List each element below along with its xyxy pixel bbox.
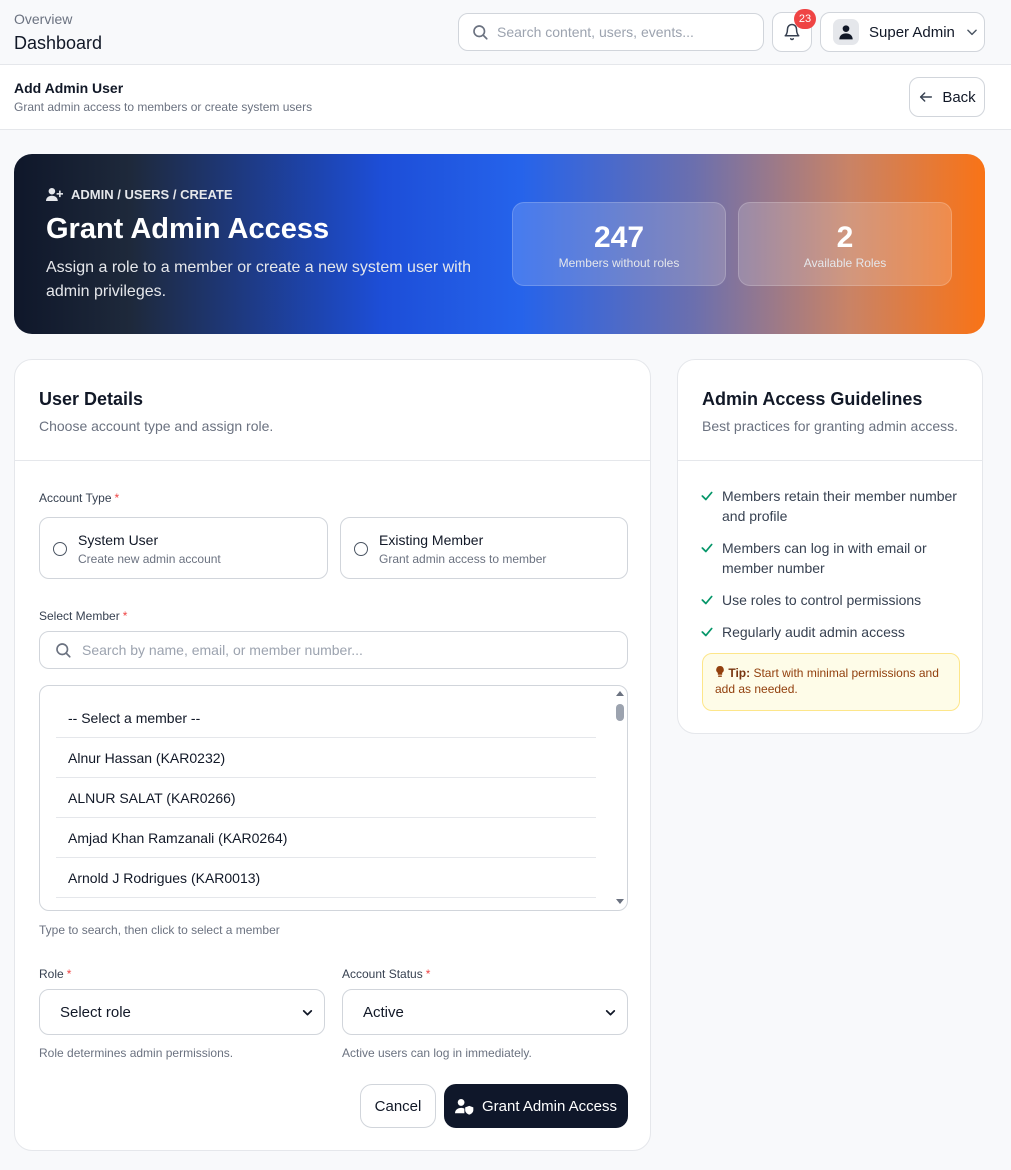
user-details-card: User Details Choose account type and ass… xyxy=(14,359,651,1151)
member-search[interactable] xyxy=(39,631,628,669)
select-member-label: Select Member * xyxy=(39,609,128,623)
cancel-button[interactable]: Cancel xyxy=(360,1084,436,1128)
grant-label: Grant Admin Access xyxy=(481,1097,618,1115)
scroll-down-arrow-icon[interactable] xyxy=(616,899,624,904)
role-hint: Role determines admin permissions. xyxy=(39,1046,234,1060)
hero-title: Grant Admin Access xyxy=(46,213,330,245)
status-select[interactable]: Active xyxy=(342,989,628,1035)
member-option[interactable]: Arnold J Rodrigues (KAR0013) xyxy=(56,858,596,898)
notification-badge: 23 xyxy=(794,9,816,29)
user-name: Super Admin xyxy=(869,23,955,41)
role-selected-value: Select role xyxy=(60,1003,131,1021)
hero-breadcrumb-text: ADMIN / USERS / CREATE xyxy=(71,187,233,202)
top-bar: Overview Dashboard 23 Super Admin xyxy=(0,0,1011,65)
member-list: -- Select a member -- Alnur Hassan (KAR0… xyxy=(56,698,596,898)
scrollbar[interactable] xyxy=(613,686,627,910)
member-search-input[interactable] xyxy=(82,642,622,658)
account-type-system-user[interactable]: System User Create new admin account xyxy=(39,517,328,579)
search-icon xyxy=(473,25,488,40)
global-search[interactable] xyxy=(458,13,764,51)
guideline-item: Regularly audit admin access xyxy=(700,622,970,642)
option-description: Create new admin account xyxy=(78,552,221,566)
guideline-text: Use roles to control permissions xyxy=(722,592,922,608)
check-icon xyxy=(701,491,713,501)
chevron-down-icon xyxy=(605,1010,616,1016)
radio-button[interactable] xyxy=(53,542,67,556)
grant-admin-access-button[interactable]: Grant Admin Access xyxy=(444,1084,628,1128)
member-hint: Type to search, then click to select a m… xyxy=(39,923,280,937)
option-description: Grant admin access to member xyxy=(379,552,547,566)
card-header: Admin Access Guidelines Best practices f… xyxy=(678,360,982,461)
guidelines-card: Admin Access Guidelines Best practices f… xyxy=(677,359,983,734)
guideline-item: Members retain their member number and p… xyxy=(700,486,970,526)
check-icon xyxy=(701,543,713,553)
member-option[interactable]: Amjad Khan Ramzanali (KAR0264) xyxy=(56,818,596,858)
section-description: Grant admin access to members or create … xyxy=(14,100,313,114)
required-mark: * xyxy=(114,491,120,505)
section-title: Add Admin User xyxy=(14,80,124,96)
option-title: System User xyxy=(78,532,159,548)
stat-label: Available Roles xyxy=(803,256,887,270)
member-listbox[interactable]: -- Select a member -- Alnur Hassan (KAR0… xyxy=(39,685,628,911)
member-option[interactable]: -- Select a member -- xyxy=(56,698,596,738)
radio-button[interactable] xyxy=(354,542,368,556)
required-mark: * xyxy=(66,967,72,981)
chevron-down-icon xyxy=(302,1010,313,1016)
search-input[interactable] xyxy=(497,24,747,40)
card-header: User Details Choose account type and ass… xyxy=(15,360,650,461)
stat-label: Members without roles xyxy=(558,256,680,270)
search-icon xyxy=(56,643,71,658)
status-hint: Active users can log in immediately. xyxy=(342,1046,532,1060)
guideline-item: Use roles to control permissions xyxy=(700,590,970,610)
account-type-label: Account Type * xyxy=(39,491,120,505)
hero-banner: ADMIN / USERS / CREATE Grant Admin Acces… xyxy=(14,154,985,334)
check-icon xyxy=(701,627,713,637)
avatar xyxy=(833,19,859,45)
chevron-down-icon xyxy=(967,29,977,36)
lightbulb-icon xyxy=(716,666,724,677)
guideline-item: Members can log in with email or member … xyxy=(700,538,970,578)
tip-box: Tip: Start with minimal permissions and … xyxy=(702,653,960,711)
guideline-text: Members retain their member number and p… xyxy=(722,488,957,524)
card-title: User Details xyxy=(39,389,144,409)
stat-available-roles: 2 Available Roles xyxy=(738,202,952,286)
required-mark: * xyxy=(122,609,128,623)
card-subtitle: Choose account type and assign role. xyxy=(39,418,274,434)
option-title: Existing Member xyxy=(379,532,484,548)
user-plus-icon xyxy=(46,187,63,202)
guideline-text: Members can log in with email or member … xyxy=(722,540,927,576)
role-label: Role * xyxy=(39,967,72,981)
card-subtitle: Best practices for granting admin access… xyxy=(702,418,959,434)
user-icon xyxy=(839,25,853,40)
scrollbar-thumb[interactable] xyxy=(616,704,624,721)
breadcrumb[interactable]: Overview xyxy=(14,11,72,27)
guideline-text: Regularly audit admin access xyxy=(722,624,905,640)
stat-value: 2 xyxy=(836,221,854,254)
user-menu-button[interactable]: Super Admin xyxy=(820,12,985,52)
back-button[interactable]: Back xyxy=(909,77,985,117)
required-mark: * xyxy=(425,967,431,981)
user-shield-icon xyxy=(454,1098,474,1115)
arrow-left-icon xyxy=(920,92,933,102)
back-label: Back xyxy=(942,88,976,106)
member-option[interactable]: Alnur Hassan (KAR0232) xyxy=(56,738,596,778)
card-title: Admin Access Guidelines xyxy=(702,389,923,409)
check-icon xyxy=(701,595,713,605)
stat-value: 247 xyxy=(593,221,645,254)
status-selected-value: Active xyxy=(363,1003,404,1021)
member-option[interactable]: ALNUR SALAT (KAR0266) xyxy=(56,778,596,818)
account-type-existing-member[interactable]: Existing Member Grant admin access to me… xyxy=(340,517,628,579)
page-title: Dashboard xyxy=(14,33,103,53)
guidelines-list: Members retain their member number and p… xyxy=(700,486,970,654)
hero-description: Assign a role to a member or create a ne… xyxy=(46,259,472,300)
tip-label: Tip: xyxy=(728,666,751,680)
scroll-up-arrow-icon[interactable] xyxy=(616,691,624,696)
page-header: Add Admin User Grant admin access to mem… xyxy=(0,65,1011,130)
role-select[interactable]: Select role xyxy=(39,989,325,1035)
status-label: Account Status * xyxy=(342,967,431,981)
stat-members-without-roles: 247 Members without roles xyxy=(512,202,726,286)
hero-breadcrumb: ADMIN / USERS / CREATE xyxy=(46,187,233,202)
